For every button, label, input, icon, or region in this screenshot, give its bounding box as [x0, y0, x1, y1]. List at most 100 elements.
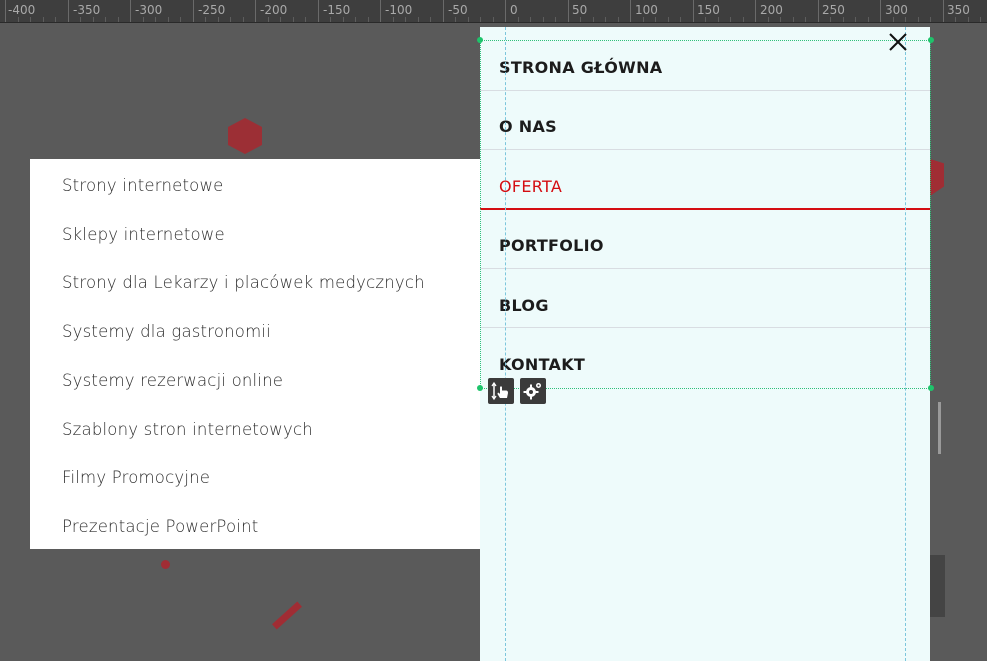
- submenu-item[interactable]: Strony internetowe: [62, 176, 224, 195]
- menu-item-label: PORTFOLIO: [499, 236, 604, 255]
- move-hand-icon: [488, 381, 514, 408]
- ruler-tick: [805, 17, 806, 22]
- ruler-label: 200: [760, 3, 783, 17]
- menu-item-label: O NAS: [499, 117, 557, 136]
- ruler-tick: [180, 17, 181, 22]
- ruler-tick: [767, 17, 769, 22]
- ruler-tick: [592, 17, 594, 22]
- close-icon[interactable]: [888, 32, 908, 52]
- ruler-tick: [492, 17, 494, 22]
- ruler-tick: [530, 17, 531, 22]
- ruler-tick: [867, 17, 869, 22]
- ruler-tick: [442, 0, 444, 22]
- ruler-tick: [130, 0, 131, 22]
- ruler-label: 150: [697, 3, 720, 17]
- ruler-tick: [230, 17, 231, 22]
- submenu-item[interactable]: Prezentacje PowerPoint: [62, 517, 258, 536]
- ruler-tick: [567, 0, 569, 22]
- ruler-label: 300: [885, 3, 908, 17]
- ruler-tick: [55, 17, 56, 22]
- settings-button[interactable]: [520, 378, 546, 404]
- ruler-label: 100: [635, 3, 658, 17]
- submenu-item[interactable]: Szablony stron internetowych: [62, 420, 313, 439]
- resize-handle[interactable]: [477, 385, 483, 391]
- ruler-tick: [842, 17, 844, 22]
- canvas-block: [930, 555, 945, 617]
- ruler-tick: [742, 17, 744, 22]
- selection-guide: [480, 40, 481, 388]
- selection-guide: [930, 40, 931, 388]
- ruler-tick: [30, 17, 31, 22]
- gear-icon: [520, 383, 546, 408]
- ruler-tick: [917, 17, 919, 22]
- ruler-tick: [217, 17, 219, 22]
- resize-handle[interactable]: [928, 385, 934, 391]
- column-guide: [905, 27, 906, 661]
- scrollbar[interactable]: [938, 402, 941, 454]
- ruler-tick: [705, 17, 706, 22]
- menu-item-blog[interactable]: BLOG: [480, 269, 930, 328]
- submenu-item[interactable]: Strony dla Lekarzy i placówek medycznych: [62, 273, 425, 292]
- submenu-item[interactable]: Filmy Promocyjne: [62, 468, 210, 487]
- ruler-tick: [392, 17, 394, 22]
- ruler-tick: [580, 17, 581, 22]
- ruler-tick: [455, 17, 456, 22]
- menu-item-label: STRONA GŁÓWNA: [499, 58, 663, 77]
- ruler-tick: [830, 17, 831, 22]
- ruler-tick: [192, 0, 194, 22]
- ruler-label: 50: [572, 3, 588, 17]
- ruler-tick: [892, 17, 894, 22]
- ruler-tick: [717, 17, 719, 22]
- menu-item-about[interactable]: O NAS: [480, 91, 930, 150]
- ruler-tick: [467, 17, 469, 22]
- menu-item-offer[interactable]: OFERTA: [480, 150, 930, 210]
- ruler-tick: [630, 0, 631, 22]
- ruler-label: -200: [260, 3, 288, 17]
- resize-handle[interactable]: [477, 37, 483, 43]
- ruler-tick: [517, 17, 519, 22]
- ruler-tick: [542, 17, 544, 22]
- ruler-tick: [817, 0, 819, 22]
- move-hand-button[interactable]: [488, 378, 514, 404]
- ruler-label: -150: [323, 3, 351, 17]
- ruler-tick: [667, 17, 669, 22]
- ruler-tick: [117, 17, 119, 22]
- ruler-tick: [942, 0, 944, 22]
- ruler-tick: [430, 17, 431, 22]
- ruler-tick: [555, 17, 556, 22]
- ruler-tick: [17, 17, 19, 22]
- submenu-item[interactable]: Systemy rezerwacji online: [62, 371, 283, 390]
- ruler-tick: [855, 17, 856, 22]
- ruler-tick: [605, 17, 606, 22]
- ruler-label: -300: [135, 3, 163, 17]
- ruler-tick: [92, 17, 94, 22]
- ruler-tick: [642, 17, 644, 22]
- canvas-dot: [161, 560, 170, 569]
- selection-guide: [480, 388, 931, 389]
- ruler-tick: [355, 17, 356, 22]
- ruler-tick: [967, 17, 969, 22]
- ruler-tick: [380, 0, 381, 22]
- ruler-tick: [692, 0, 694, 22]
- ruler-tick: [167, 17, 169, 22]
- ruler-tick: [330, 17, 331, 22]
- canvas-bar: [272, 601, 302, 630]
- canvas-shape: [228, 118, 262, 154]
- ruler-label: -250: [198, 3, 226, 17]
- selection-guide: [480, 40, 931, 41]
- submenu-item[interactable]: Sklepy internetowe: [62, 225, 225, 244]
- ruler-tick: [280, 17, 281, 22]
- ruler-label: -100: [385, 3, 413, 17]
- ruler-tick: [42, 17, 44, 22]
- ruler-label: 350: [947, 3, 970, 17]
- ruler-tick: [267, 17, 269, 22]
- mobile-menu-panel: STRONA GŁÓWNA O NAS OFERTA PORTFOLIO BLO…: [480, 27, 930, 661]
- submenu-item[interactable]: Systemy dla gastronomii: [62, 322, 271, 341]
- menu-item-contact[interactable]: KONTAKT: [480, 328, 930, 387]
- ruler-label: 0: [510, 3, 518, 17]
- ruler-tick: [680, 17, 681, 22]
- menu-item-portfolio[interactable]: PORTFOLIO: [480, 210, 930, 269]
- ruler-tick: [405, 17, 406, 22]
- ruler-tick: [730, 17, 731, 22]
- resize-handle[interactable]: [928, 37, 934, 43]
